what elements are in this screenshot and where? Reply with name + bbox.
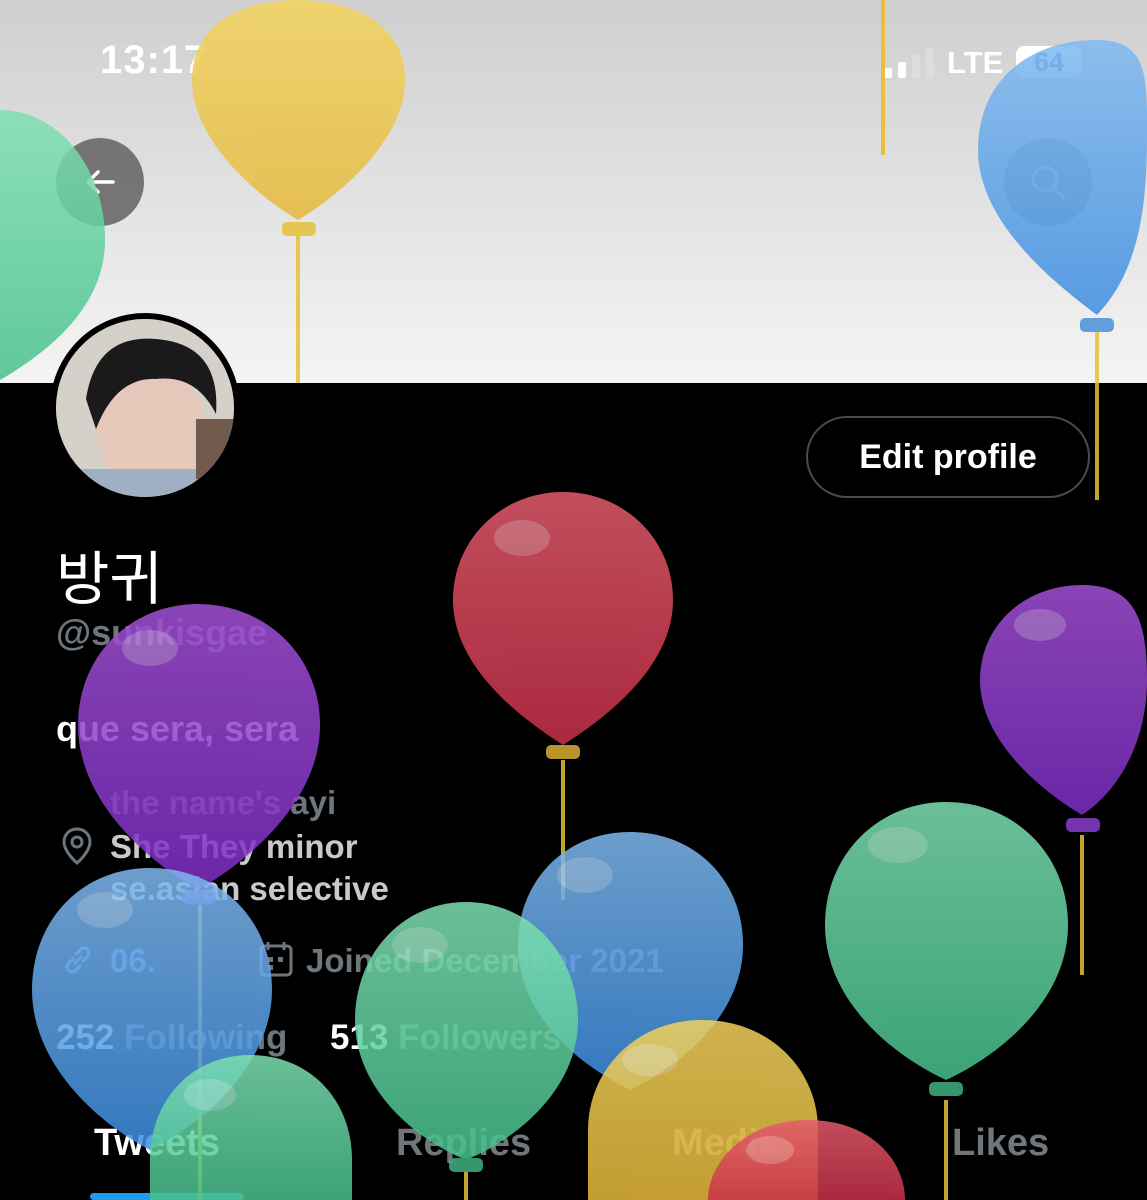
balloon-icon — [32, 868, 272, 1150]
tab-media[interactable]: Media — [672, 1122, 780, 1165]
profile-link[interactable]: 06. — [110, 942, 156, 980]
following-link[interactable]: 252 Following — [56, 1018, 287, 1058]
following-count: 252 — [56, 1018, 115, 1057]
signal-strength-icon — [884, 48, 936, 78]
avatar[interactable] — [50, 313, 240, 503]
bio-line: the name's ayi — [110, 784, 337, 821]
edit-profile-button[interactable]: Edit profile — [806, 416, 1090, 498]
search-button[interactable] — [1004, 138, 1092, 226]
profile-screen: 13:17 LTE 64 Edit profile 방귀 @sunkisgae … — [0, 0, 1147, 1200]
following-label: Following — [124, 1018, 288, 1057]
calendar-icon — [259, 942, 293, 977]
tab-tweets[interactable]: Tweets — [94, 1122, 220, 1165]
location-text: She They minor — [110, 828, 358, 865]
link-icon — [65, 946, 91, 974]
balloon-icon — [980, 585, 1147, 975]
back-arrow-icon — [86, 170, 115, 194]
status-time: 13:17 — [100, 38, 208, 82]
tab-replies[interactable]: Replies — [396, 1122, 531, 1165]
bio-title: que sera, sera — [56, 708, 299, 749]
battery-icon: 64 — [1016, 46, 1082, 78]
handle: @sunkisgae — [56, 612, 268, 653]
battery-level: 64 — [1033, 47, 1065, 77]
followers-label: Followers — [398, 1018, 562, 1057]
followers-link[interactable]: 513 Followers — [330, 1018, 562, 1058]
display-name: 방귀 — [56, 545, 163, 613]
avatar-photo — [56, 319, 234, 497]
active-tab-indicator — [90, 1193, 244, 1200]
bio-line: se.asian selective — [110, 870, 389, 907]
tab-likes[interactable]: Likes — [952, 1122, 1049, 1165]
balloon-icon — [453, 492, 673, 900]
search-icon — [1031, 165, 1066, 200]
followers-count: 513 — [330, 1018, 389, 1057]
balloon-icon — [588, 1020, 818, 1200]
location-icon — [62, 827, 92, 865]
network-type: LTE — [947, 45, 1004, 80]
back-button[interactable] — [56, 138, 144, 226]
joined-date: Joined December 2021 — [306, 942, 664, 979]
